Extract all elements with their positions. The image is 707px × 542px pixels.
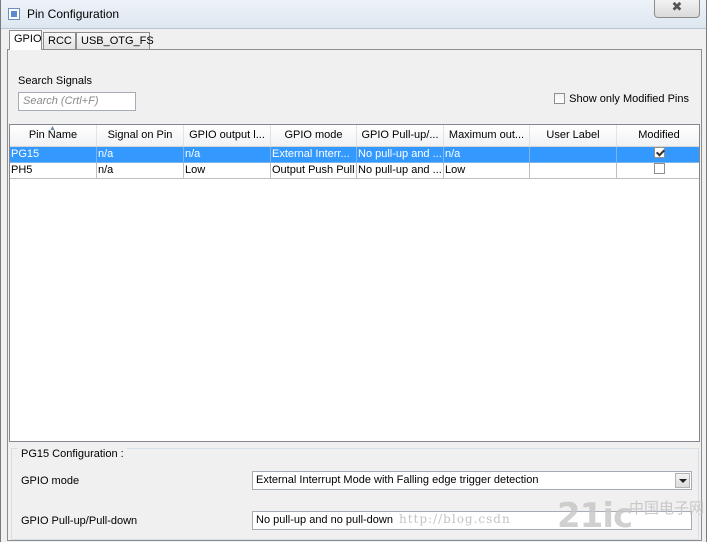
cell-modified — [617, 147, 699, 163]
pin-configuration-window: Pin Configuration ✖ GPIO RCC USB_OTG_FS … — [0, 0, 707, 542]
cell-pull: No pull-up and ... — [357, 147, 444, 163]
column-header-modified[interactable]: Modified — [617, 125, 699, 146]
watermark-logo: 21ic — [557, 496, 633, 536]
cell-modified — [617, 163, 699, 179]
cell-pin-name: PH5 — [10, 163, 97, 179]
table-row[interactable]: PH5 n/a Low Output Push Pull No pull-up … — [10, 163, 699, 179]
cell-pull: No pull-up and ... — [357, 163, 444, 179]
cell-signal: n/a — [97, 163, 184, 179]
pin-table: ▲ Pin Name Signal on Pin GPIO output l..… — [9, 124, 700, 442]
column-header-user-label[interactable]: User Label — [530, 125, 617, 146]
cell-signal: n/a — [97, 147, 184, 163]
sort-ascending-icon: ▲ — [49, 125, 56, 132]
column-header-max-speed[interactable]: Maximum out... — [444, 125, 530, 146]
gpio-mode-label: GPIO mode — [21, 475, 80, 487]
app-window-icon — [8, 8, 20, 20]
title-bar[interactable]: Pin Configuration ✖ — [1, 0, 706, 29]
cell-gpio-mode: External Interr... — [271, 147, 357, 163]
tab-gpio[interactable]: GPIO — [9, 30, 42, 50]
cell-user-label[interactable] — [530, 147, 617, 163]
column-header-pull[interactable]: GPIO Pull-up/... — [357, 125, 444, 146]
gpio-mode-select[interactable]: External Interrupt Mode with Falling edg… — [252, 471, 692, 490]
watermark-site-name: 中国电子网 — [629, 499, 705, 517]
cell-output-level: n/a — [184, 147, 271, 163]
close-button[interactable]: ✖ — [654, 0, 700, 18]
tab-usb-otg-fs[interactable]: USB_OTG_FS — [76, 32, 154, 49]
column-header-signal[interactable]: Signal on Pin — [97, 125, 184, 146]
search-signals-label: Search Signals — [18, 75, 92, 87]
cell-user-label[interactable] — [530, 163, 617, 179]
show-modified-pins-checkbox[interactable]: Show only Modified Pins — [554, 93, 689, 105]
column-header-output-level[interactable]: GPIO output l... — [184, 125, 271, 146]
column-header-pin-name[interactable]: ▲ Pin Name — [10, 125, 97, 146]
show-modified-label: Show only Modified Pins — [569, 93, 689, 105]
table-header: ▲ Pin Name Signal on Pin GPIO output l..… — [10, 125, 699, 147]
checkbox-icon[interactable] — [554, 93, 566, 104]
window-title: Pin Configuration — [27, 7, 120, 21]
cell-gpio-mode: Output Push Pull — [271, 163, 357, 179]
gpio-mode-value: External Interrupt Mode with Falling edg… — [256, 474, 539, 486]
cell-max-speed: Low — [444, 163, 530, 179]
gpio-pull-value: No pull-up and no pull-down — [256, 514, 393, 526]
tab-rcc[interactable]: RCC — [43, 32, 76, 49]
modified-checkbox[interactable] — [654, 147, 665, 158]
gpio-pull-label: GPIO Pull-up/Pull-down — [21, 515, 138, 527]
modified-checkbox[interactable] — [654, 163, 665, 174]
cell-max-speed: n/a — [444, 147, 530, 163]
gpio-tab-panel: Search Signals Search (Crtl+F) Show only… — [7, 49, 702, 541]
column-header-gpio-mode[interactable]: GPIO mode — [271, 125, 357, 146]
table-row[interactable]: PG15 n/a n/a External Interr... No pull-… — [10, 147, 699, 163]
chevron-down-icon[interactable] — [675, 473, 690, 488]
cell-pin-name: PG15 — [10, 147, 97, 163]
cell-output-level: Low — [184, 163, 271, 179]
config-group-title: PG15 Configuration : — [18, 448, 127, 460]
search-input[interactable]: Search (Crtl+F) — [18, 92, 136, 111]
watermark-url: http://blog.csdn — [399, 512, 511, 526]
